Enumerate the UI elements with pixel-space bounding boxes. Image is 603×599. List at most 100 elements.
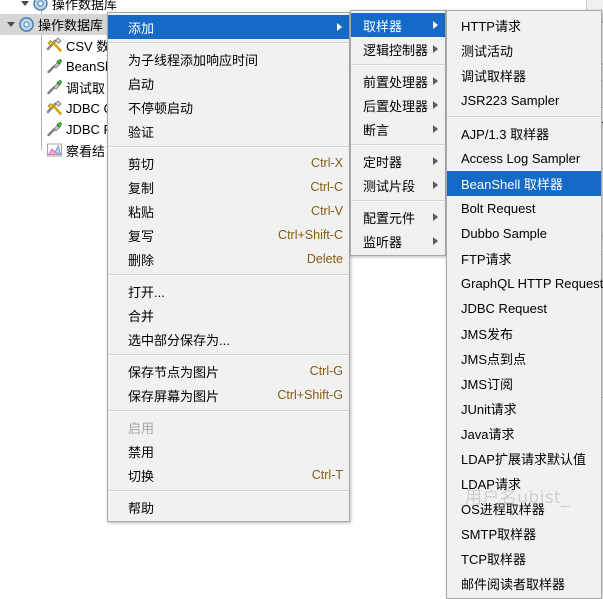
sampler-submenu-item-http请求[interactable]: HTTP请求	[447, 13, 601, 38]
menu-item-label: JDBC Request	[461, 301, 547, 316]
context-menu-item-保存节点为图片[interactable]: 保存节点为图片 Ctrl-G	[108, 359, 349, 383]
add-submenu-separator	[351, 200, 445, 202]
tree-item-2[interactable]: BeanSh	[0, 56, 112, 77]
sampler-submenu[interactable]: HTTP请求 测试活动 调试取样器 JSR223 Sampler AJP/1.3 取样器…	[446, 10, 603, 599]
menu-item-accelerator: Ctrl+Shift-C	[278, 228, 343, 242]
menu-item-label: JMS发布	[461, 327, 514, 342]
sampler-submenu-item-jsr223-sampler[interactable]: JSR223 Sampler	[447, 88, 601, 113]
context-menu-item-打开[interactable]: 打开...	[108, 279, 349, 303]
tree-item-label: JDBC R	[66, 122, 113, 137]
sampler-submenu-item-smtp取样器[interactable]: SMTP取样器	[447, 521, 601, 546]
sampler-submenu-item-java请求[interactable]: Java请求	[447, 421, 601, 446]
add-submenu-item-测试片段[interactable]: 测试片段	[351, 173, 445, 197]
context-menu-item-为子线程添加响应时间[interactable]: 为子线程添加响应时间	[108, 47, 349, 71]
menu-item-label: 选中部分保存为...	[128, 332, 230, 348]
menu-item-label: 合并	[128, 308, 155, 324]
tree-item-1[interactable]: CSV 数据	[0, 35, 120, 56]
menu-item-label: SMTP取样器	[461, 527, 537, 542]
sampler-submenu-item-dubbo-sample[interactable]: Dubbo Sample	[447, 221, 601, 246]
tree-item-5[interactable]: JDBC R	[0, 119, 113, 140]
tree-item-3[interactable]: 调试取	[0, 77, 105, 98]
sampler-submenu-item-os进程取样器[interactable]: OS进程取样器	[447, 496, 601, 521]
menu-item-label: 粘贴	[128, 204, 155, 220]
sampler-submenu-item-jdbc-request[interactable]: JDBC Request	[447, 296, 601, 321]
sampler-submenu-item-tcp取样器[interactable]: TCP取样器	[447, 546, 601, 571]
menu-item-label: JSR223 Sampler	[461, 93, 560, 108]
context-menu-item-复制[interactable]: 复制 Ctrl-C	[108, 175, 349, 199]
menu-item-label: 前置处理器	[363, 74, 429, 90]
context-menu-item-添加[interactable]: 添加	[108, 15, 349, 39]
sampler-submenu-item-ftp请求[interactable]: FTP请求	[447, 246, 601, 271]
menu-item-label: 测试片段	[363, 178, 416, 194]
sampler-submenu-item-graphql-http-request[interactable]: GraphQL HTTP Request	[447, 271, 603, 296]
menu-item-label: Dubbo Sample	[461, 226, 547, 241]
menu-item-label: Bolt Request	[461, 201, 536, 216]
menu-item-label: 取样器	[363, 18, 403, 34]
tree-context-menu[interactable]: 添加为子线程添加响应时间启动不停顿启动验证剪切 Ctrl-X 复制 Ctrl-C 粘贴 C…	[107, 12, 350, 522]
sampler-submenu-item-jms订阅[interactable]: JMS订阅	[447, 371, 601, 396]
chevron-right-icon	[429, 156, 439, 166]
menu-item-label: 不停顿启动	[128, 100, 194, 116]
menu-item-label: 启动	[128, 76, 155, 92]
sampler-submenu-item-jms点到点[interactable]: JMS点到点	[447, 346, 601, 371]
sampler-submenu-item-测试活动[interactable]: 测试活动	[447, 38, 601, 63]
chevron-right-icon	[429, 236, 439, 246]
tree-item-0[interactable]: 操作数据库	[0, 14, 120, 35]
sampler-submenu-item-beanshell-取样器[interactable]: BeanShell 取样器	[447, 171, 601, 196]
tree-row-partial[interactable]: 操作数据库	[18, 0, 117, 14]
menu-item-accelerator: Ctrl-V	[311, 204, 343, 218]
sampler-submenu-item-ldap扩展请求默认值[interactable]: LDAP扩展请求默认值	[447, 446, 601, 471]
menu-item-label: 帮助	[128, 500, 155, 516]
chevron-right-icon	[429, 20, 439, 30]
sampler-submenu-separator	[447, 116, 601, 118]
menu-item-label: JMS订阅	[461, 377, 514, 392]
context-menu-item-粘贴[interactable]: 粘贴 Ctrl-V	[108, 199, 349, 223]
context-menu-item-验证[interactable]: 验证	[108, 119, 349, 143]
context-menu-separator	[108, 354, 349, 356]
tree-item-label: 操作数据库	[38, 18, 104, 33]
context-menu-item-不停顿启动[interactable]: 不停顿启动	[108, 95, 349, 119]
chevron-down-icon[interactable]	[18, 0, 32, 11]
sampler-submenu-item-邮件阅读者取样器[interactable]: 邮件阅读者取样器	[447, 571, 601, 596]
chevron-right-icon	[429, 76, 439, 86]
tree-item-4[interactable]: JDBC C	[0, 98, 113, 119]
sampler-submenu-item-ajp-1-3-取样器[interactable]: AJP/1.3 取样器	[447, 121, 601, 146]
add-submenu-item-断言[interactable]: 断言	[351, 117, 445, 141]
add-submenu[interactable]: 取样器逻辑控制器前置处理器后置处理器 断言定时器测试片段配置元件 监听器	[350, 10, 446, 256]
chevron-down-icon[interactable]	[4, 18, 18, 32]
sampler-submenu-item-access-log-sampler[interactable]: Access Log Sampler	[447, 146, 601, 171]
sampler-submenu-item-junit请求[interactable]: JUnit请求	[447, 396, 601, 421]
gear-icon	[18, 16, 35, 33]
context-menu-item-帮助[interactable]: 帮助	[108, 495, 349, 519]
add-submenu-item-前置处理器[interactable]: 前置处理器	[351, 69, 445, 93]
menu-item-label: 定时器	[363, 154, 403, 170]
context-menu-separator	[108, 42, 349, 44]
context-menu-item-删除[interactable]: 删除 Delete	[108, 247, 349, 271]
context-menu-item-禁用[interactable]: 禁用	[108, 439, 349, 463]
context-menu-item-启动[interactable]: 启动	[108, 71, 349, 95]
chevron-right-icon	[429, 180, 439, 190]
context-menu-item-剪切[interactable]: 剪切 Ctrl-X	[108, 151, 349, 175]
tree-item-label: 察看结	[66, 144, 106, 159]
gear-icon	[32, 0, 49, 12]
tree-item-6[interactable]: 察看结	[0, 140, 105, 161]
context-menu-separator	[108, 490, 349, 492]
sampler-submenu-item-jms发布[interactable]: JMS发布	[447, 321, 601, 346]
sampler-submenu-item-bolt-request[interactable]: Bolt Request	[447, 196, 601, 221]
sampler-submenu-item-调试取样器[interactable]: 调试取样器	[447, 63, 601, 88]
context-menu-item-合并[interactable]: 合并	[108, 303, 349, 327]
menu-item-accelerator: Ctrl+Shift-G	[277, 388, 343, 402]
menu-item-label: BeanShell 取样器	[461, 177, 563, 192]
add-submenu-item-配置元件[interactable]: 配置元件	[351, 205, 445, 229]
sampler-submenu-item-ldap请求[interactable]: LDAP请求	[447, 471, 601, 496]
add-submenu-item-逻辑控制器[interactable]: 逻辑控制器	[351, 37, 445, 61]
add-submenu-item-定时器[interactable]: 定时器	[351, 149, 445, 173]
add-submenu-item-监听器[interactable]: 监听器	[351, 229, 445, 253]
context-menu-item-保存屏幕为图片[interactable]: 保存屏幕为图片 Ctrl+Shift-G	[108, 383, 349, 407]
context-menu-item-复写[interactable]: 复写 Ctrl+Shift-C	[108, 223, 349, 247]
add-submenu-item-取样器[interactable]: 取样器	[351, 13, 445, 37]
context-menu-item-选中部分保存为[interactable]: 选中部分保存为...	[108, 327, 349, 351]
test-plan-tree[interactable]: 操作数据库 操作数据库 CSV 数据 BeanSh 调试取 JDBC C JDBC R 察看…	[0, 0, 120, 250]
add-submenu-item-后置处理器[interactable]: 后置处理器	[351, 93, 445, 117]
context-menu-item-切换[interactable]: 切换 Ctrl-T	[108, 463, 349, 487]
